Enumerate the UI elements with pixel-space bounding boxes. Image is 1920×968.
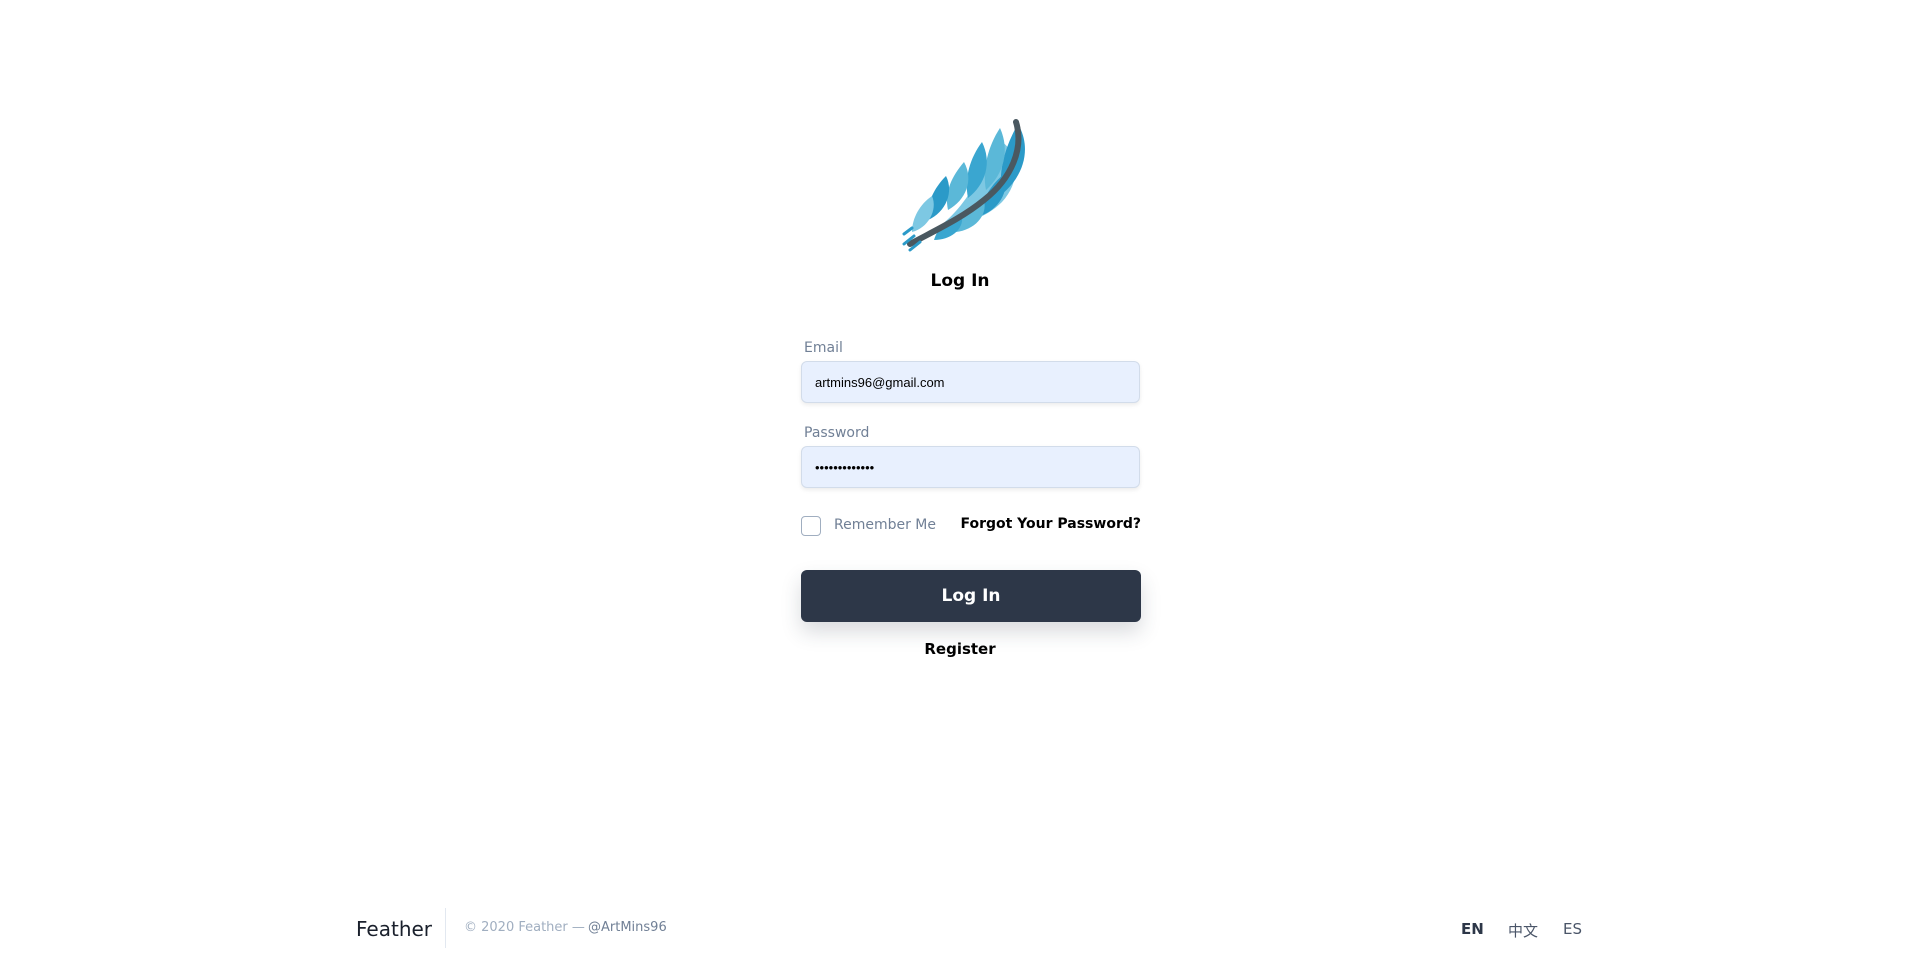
footer-brand: Feather xyxy=(356,917,433,941)
login-page: Log In Email Password Remember Me Forgot… xyxy=(0,0,1920,968)
email-label: Email xyxy=(804,340,843,356)
forgot-password-link[interactable]: Forgot Your Password? xyxy=(960,516,1141,532)
language-es[interactable]: ES xyxy=(1563,920,1582,938)
register-link: Register xyxy=(0,640,1920,658)
remember-me-checkbox[interactable] xyxy=(801,516,821,536)
footer-author-link[interactable]: @ArtMins96 xyxy=(588,920,667,935)
password-field[interactable] xyxy=(801,446,1140,488)
remember-me-label[interactable]: Remember Me xyxy=(834,517,936,533)
language-en[interactable]: EN xyxy=(1461,920,1484,938)
password-label: Password xyxy=(804,425,870,441)
feather-icon xyxy=(902,119,1025,252)
email-field[interactable] xyxy=(801,361,1140,403)
register-link-text[interactable]: Register xyxy=(924,640,995,658)
language-zh[interactable]: 中文 xyxy=(1508,920,1538,941)
page-title: Log In xyxy=(930,271,990,291)
footer-copyright: © 2020 Feather — xyxy=(464,920,585,935)
login-button[interactable]: Log In xyxy=(801,570,1141,622)
footer-divider xyxy=(445,908,446,948)
